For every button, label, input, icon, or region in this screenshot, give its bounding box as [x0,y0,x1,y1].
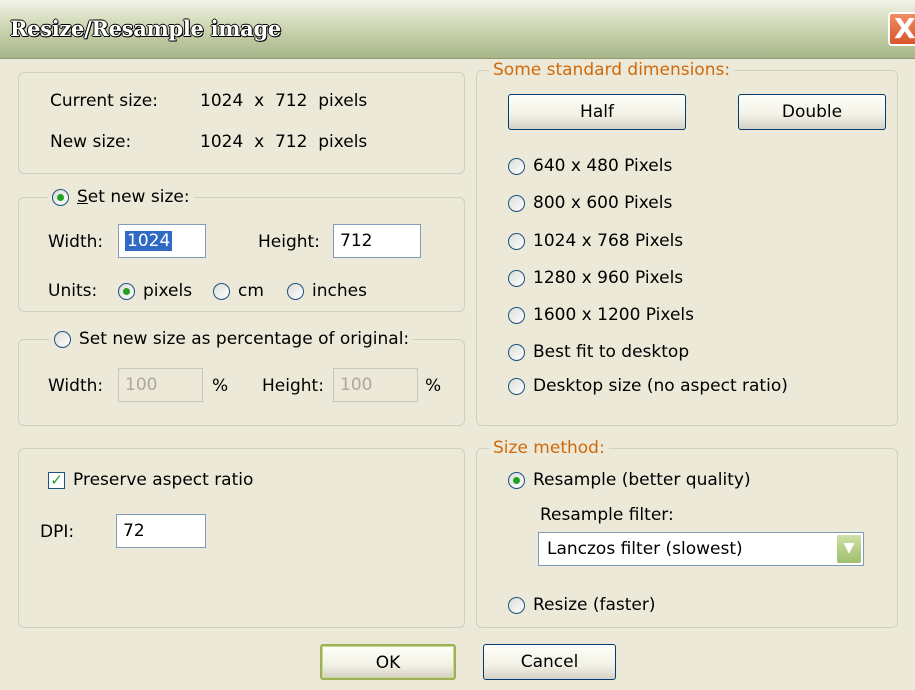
radio-icon [213,282,230,300]
double-button[interactable]: Double [738,94,886,130]
radio-icon [508,377,525,395]
resample-radio[interactable]: Resample (better quality) [508,470,751,490]
size-info-group [18,72,465,174]
close-icon: X [894,12,915,45]
preserve-aspect-label: Preserve aspect ratio [73,470,254,490]
set-new-size-radio[interactable]: Set new size: [48,187,194,207]
option-desktop-size-radio[interactable]: Desktop size (no aspect ratio) [508,376,788,396]
radio-icon [508,157,525,175]
current-size-label: Current size: [50,91,158,111]
resize-radio[interactable]: Resize (faster) [508,595,656,615]
radio-checked-icon [52,188,69,206]
new-size-value: 1024 x 712 pixels [200,132,368,152]
radio-icon [508,194,525,212]
radio-icon [508,306,525,324]
unit-inches-radio[interactable]: inches [287,281,367,301]
percent-height-label: Height: [262,376,324,396]
percent-height-input[interactable]: 100 [333,368,418,402]
resample-filter-label: Resample filter: [540,505,674,525]
unit-pixels-radio[interactable]: pixels [118,281,192,301]
percent-width-label: Width: [48,376,104,396]
current-size-value: 1024 x 712 pixels [200,91,368,111]
window-title: Resize/Resample image [10,16,281,41]
radio-icon [508,596,525,614]
dpi-input[interactable]: 72 [116,514,206,548]
unit-pixels-label: pixels [143,281,193,301]
radio-icon [508,232,525,250]
new-size-label: New size: [50,132,132,152]
units-label: Units: [48,281,98,301]
chevron-down-icon[interactable]: ▼ [837,535,861,563]
percent-width-input[interactable]: 100 [118,368,203,402]
preserve-aspect-checkbox[interactable]: ✓ Preserve aspect ratio [48,470,253,490]
width-value: 1024 [125,231,173,251]
unit-inches-label: inches [312,281,367,301]
checkmark-icon: ✓ [48,471,65,489]
radio-checked-icon [118,282,135,300]
set-new-size-label: Set new size: [77,187,190,207]
unit-cm-radio[interactable]: cm [213,281,264,301]
half-button[interactable]: Half [508,94,686,130]
option-best-fit-radio[interactable]: Best fit to desktop [508,342,689,362]
ok-button[interactable]: OK [320,644,456,680]
radio-icon [508,269,525,287]
percentage-radio[interactable]: Set new size as percentage of original: [50,329,414,349]
radio-icon [508,343,525,361]
height-label: Height: [258,232,320,252]
dpi-label: DPI: [40,522,75,542]
standard-dimensions-legend: Some standard dimensions: [489,60,735,80]
cancel-button[interactable]: Cancel [483,644,616,680]
option-800x600-radio[interactable]: 800 x 600 Pixels [508,193,672,213]
option-640x480-radio[interactable]: 640 x 480 Pixels [508,156,672,176]
resample-filter-select[interactable]: Lanczos filter (slowest) ▼ [538,532,864,566]
radio-icon [54,330,71,348]
option-1280x960-radio[interactable]: 1280 x 960 Pixels [508,268,683,288]
option-1600x1200-radio[interactable]: 1600 x 1200 Pixels [508,305,694,325]
radio-icon [287,282,304,300]
width-label: Width: [48,232,104,252]
percent-height-unit: % [425,376,442,396]
size-method-legend: Size method: [489,438,609,458]
percent-width-unit: % [212,376,229,396]
radio-checked-icon [508,471,525,489]
close-button[interactable]: X [888,12,915,46]
percentage-label: Set new size as percentage of original: [79,329,410,349]
width-input[interactable]: 1024 [118,224,206,258]
height-input[interactable]: 712 [333,224,421,258]
option-1024x768-radio[interactable]: 1024 x 768 Pixels [508,231,683,251]
unit-cm-label: cm [238,281,264,301]
